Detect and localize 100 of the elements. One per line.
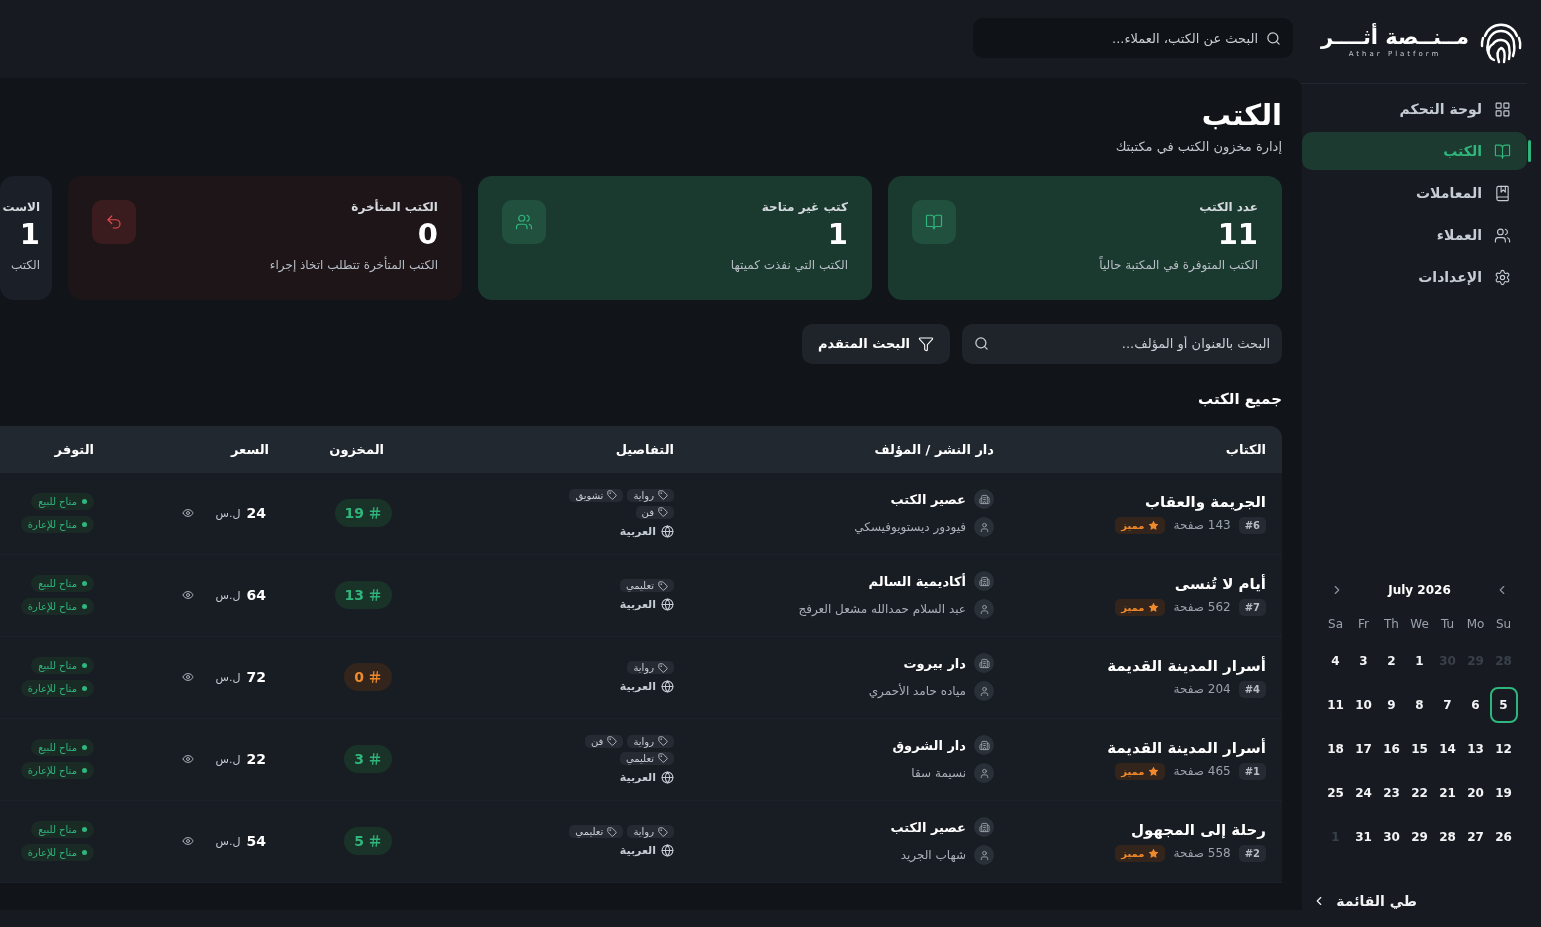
calendar-month: July 2026 [1388,583,1451,597]
calendar-day[interactable]: 6 [1461,687,1490,723]
tag-icon [658,507,668,518]
language-label: العربية [619,680,674,694]
calendar-day[interactable]: 4 [1321,643,1350,679]
availability-badge: متاح للبيع [31,575,94,593]
calendar-day[interactable]: 15 [1405,731,1434,767]
language-label: العربية [619,598,674,612]
view-icon[interactable] [181,835,194,848]
publisher-name: عصير الكتب [890,819,966,835]
view-icon[interactable] [181,589,194,602]
calendar-day[interactable]: 13 [1461,731,1490,767]
hash-icon [368,588,382,603]
status-dot-icon [82,745,87,751]
currency-label: ل.س [215,834,241,848]
calendar-day[interactable]: 20 [1461,775,1490,811]
availability-badge: متاح للإعارة [20,598,94,616]
globe-icon [661,680,674,694]
book-id: #2 [1238,844,1266,862]
calendar-day[interactable]: 31 [1349,819,1378,855]
view-icon[interactable] [181,753,194,766]
nav-item[interactable]: العملاء [1302,216,1527,254]
view-icon[interactable] [181,507,194,520]
column-header: دار النشر / المؤلف [873,441,995,457]
calendar-day[interactable]: 3 [1349,643,1378,679]
book-title: أيام لا تُنسى [1174,574,1266,593]
genre-tag: تشويق [569,488,624,502]
logo-name: مــنــصة أثــــر [1321,24,1469,51]
author-name: مياده حامد الأحمري [868,684,966,699]
stat-label: الكتب المتأخرة [350,199,438,214]
calendar-day[interactable]: 30 [1377,819,1406,855]
hash-icon [368,670,382,685]
calendar-day[interactable]: 24 [1349,775,1378,811]
tag-icon [607,826,618,837]
weekday-label: Sa [1327,616,1344,633]
calendar-day[interactable]: 1 [1405,643,1434,679]
calendar-day[interactable]: 18 [1321,731,1350,767]
stat-glyph-icon [925,212,943,231]
nav-item[interactable]: الإعدادات [1302,258,1527,296]
stat-value: 11 [1216,215,1258,253]
calendar-day[interactable]: 8 [1405,687,1434,723]
search-icon [974,336,989,352]
stat-glyph-icon [515,212,533,231]
calendar-day[interactable]: 25 [1321,775,1350,811]
weekday-label: Tu [1439,616,1456,633]
publisher-name: دار بيروت [903,655,966,671]
hash-icon [368,834,382,849]
status-dot-icon [82,663,87,669]
calendar-day[interactable]: 26 [1489,819,1518,855]
calendar-day[interactable]: 7 [1433,687,1462,723]
book-id: #7 [1238,598,1266,616]
publisher-name: عصير الكتب [890,491,966,507]
calendar-day[interactable]: 27 [1461,819,1490,855]
calendar-day[interactable]: 17 [1349,731,1378,767]
calendar-day[interactable]: 2 [1377,643,1406,679]
calendar-day[interactable]: 12 [1489,731,1518,767]
person-glyph-icon [978,767,990,779]
availability-badge: متاح للإعارة [20,680,94,698]
tag-icon [607,736,618,747]
calendar-day[interactable]: 16 [1377,731,1406,767]
genre-tag: رواية [627,661,674,675]
advanced-search-button[interactable]: البحث المتقدم [801,323,950,364]
calendar-day[interactable]: 28 [1433,819,1462,855]
column-header: التفاصيل [614,441,675,457]
tag-icon [658,490,668,501]
search-field[interactable]: البحث عن الكتب، العملاء... [973,18,1293,58]
building-glyph-icon [978,821,990,833]
stat-value: 1 [826,215,848,253]
calendar-day[interactable]: 29 [1405,819,1434,855]
page-count: 465 صفحة [1173,764,1231,779]
calendar-day[interactable]: 9 [1377,687,1406,723]
price-value: 24 [246,505,266,522]
page-count: 562 صفحة [1173,600,1231,615]
calendar-day[interactable]: 19 [1489,775,1518,811]
availability-badge: متاح للإعارة [20,762,94,780]
calendar-day[interactable]: 14 [1433,731,1462,767]
view-icon[interactable] [181,671,194,684]
search-input[interactable]: البحث عن الكتب، العملاء... [985,30,1258,46]
availability-badge: متاح للبيع [31,821,94,839]
person-glyph-icon [978,521,990,533]
genre-tag: رواية [627,825,674,839]
star-icon [1148,847,1160,859]
star-icon [1148,519,1160,531]
tag-icon [658,753,668,764]
calendar-day[interactable]: 5 [1489,687,1518,723]
calendar-day[interactable]: 21 [1433,775,1462,811]
calendar-day[interactable]: 11 [1321,687,1350,723]
availability-badge: متاح للبيع [31,739,94,757]
nav-item[interactable]: المعاملات [1302,174,1527,212]
featured-badge: مميز [1115,762,1166,780]
calendar-day[interactable]: 22 [1405,775,1434,811]
building-glyph-icon [978,575,990,587]
status-dot-icon [82,850,87,856]
calendar-day[interactable]: 10 [1349,687,1378,723]
book-title: أسرار المدينة القديمة [1107,738,1266,757]
publisher-name: دار الشروق [892,737,966,753]
collapse-menu-button[interactable]: طي القائمة [1312,893,1417,909]
tag-icon [658,580,668,591]
calendar-day[interactable]: 23 [1377,775,1406,811]
nav-item[interactable]: لوحة التحكم [1302,90,1527,128]
